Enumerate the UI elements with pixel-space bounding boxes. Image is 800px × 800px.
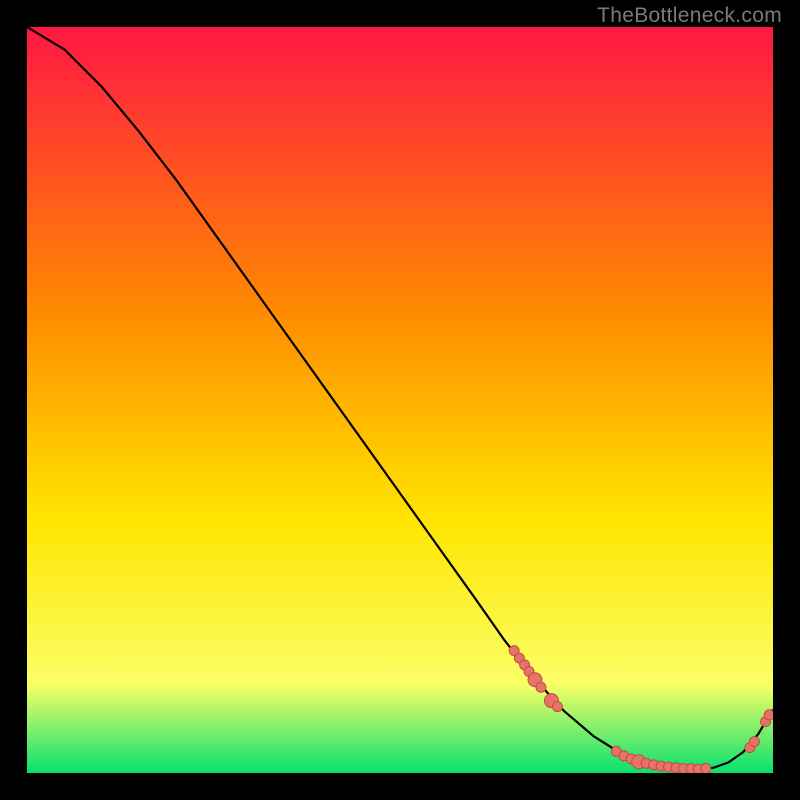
plot-area (27, 27, 773, 773)
data-point (764, 710, 773, 720)
gradient-background (27, 27, 773, 773)
bottleneck-chart (27, 27, 773, 773)
data-point (701, 764, 711, 773)
data-point (552, 702, 562, 712)
data-point (749, 737, 759, 747)
chart-frame: TheBottleneck.com (0, 0, 800, 800)
watermark-text: TheBottleneck.com (597, 4, 782, 28)
data-point (536, 682, 546, 692)
